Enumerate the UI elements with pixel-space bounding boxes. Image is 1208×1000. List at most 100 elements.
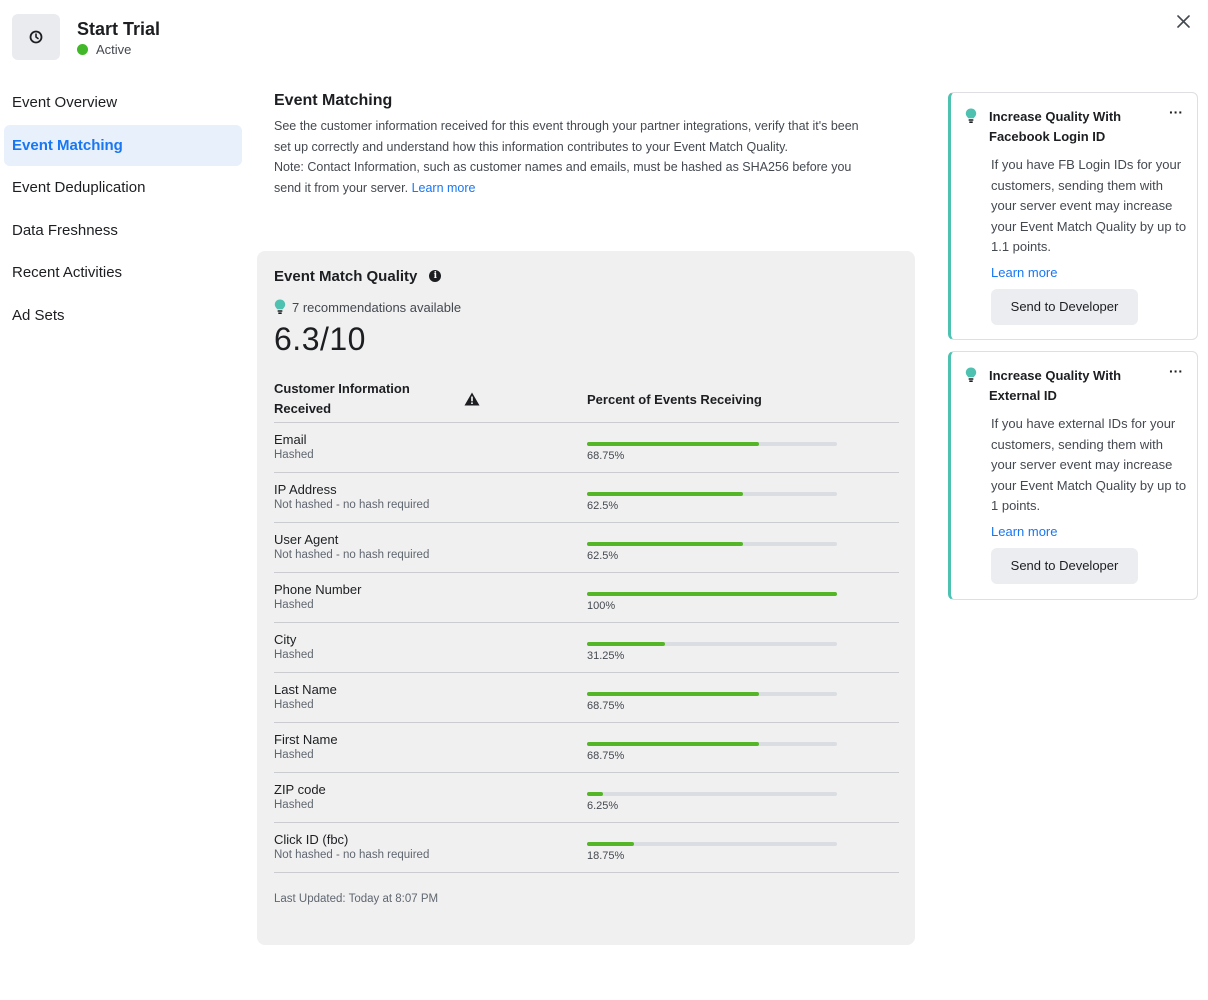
row-field-name: City (274, 632, 297, 647)
customer-info-table: Customer Information Received Percent of… (274, 376, 899, 873)
row-info-cell: First Name Hashed (274, 732, 587, 763)
recommendations-count[interactable]: 7 recommendations available (292, 300, 461, 315)
row-hash-status: Not hashed - no hash required (274, 499, 430, 511)
progress-bar (587, 441, 837, 446)
row-percent-label: 62.5% (587, 499, 619, 512)
table-row: First Name Hashed 68.75% (274, 723, 899, 773)
row-field-name: Click ID (fbc) (274, 832, 349, 847)
table-row: Email Hashed 68.75% (274, 423, 899, 473)
recommendation-card-header: Increase Quality With External ID ··· (965, 364, 1183, 406)
table-row: ZIP code Hashed 6.25% (274, 773, 899, 823)
progress-bar-fill (587, 841, 634, 846)
recommendation-card-external-id: Increase Quality With External ID ··· If… (948, 351, 1198, 600)
row-field-name: User Agent (274, 532, 339, 547)
learn-more-link[interactable]: Learn more (412, 181, 476, 195)
row-percent-label: 31.25% (587, 649, 625, 662)
close-icon (1176, 14, 1190, 28)
more-options-icon[interactable]: ··· (1169, 105, 1183, 119)
row-percent-cell: 68.75% (587, 734, 837, 762)
table-row: Click ID (fbc) Not hashed - no hash requi… (274, 823, 899, 873)
column-header-info: Customer Information Received (274, 381, 410, 416)
row-info-cell: IP Address Not hashed - no hash required (274, 482, 587, 513)
row-hash-status: Hashed (274, 749, 314, 761)
row-field-name: First Name (274, 732, 338, 747)
page-title: Start Trial (77, 18, 161, 39)
description-text: See the customer information received fo… (274, 119, 859, 154)
column-header-percent: Percent of Events Receiving (587, 391, 762, 407)
row-percent-label: 6.25% (587, 799, 619, 812)
row-percent-label: 18.75% (587, 849, 625, 862)
last-updated: Last Updated: Today at 8:07 PM (274, 893, 439, 905)
sidebar-item-ad-sets[interactable]: Ad Sets (4, 295, 242, 336)
row-percent-label: 100% (587, 599, 616, 612)
section-description: See the customer information received fo… (274, 116, 874, 198)
recommendation-card-login-id: Increase Quality With Facebook Login ID … (948, 92, 1198, 340)
recommendation-title: Increase Quality With Facebook Login ID (989, 109, 1122, 144)
row-field-name: Email (274, 432, 307, 447)
table-row: User Agent Not hashed - no hash required 6… (274, 523, 899, 573)
recommendation-body: If you have FB Login IDs for your custom… (991, 157, 1187, 254)
emq-title: Event Match Quality (274, 267, 418, 285)
progress-bar-fill (587, 691, 759, 696)
lightbulb-icon (965, 367, 977, 382)
row-percent-label: 68.75% (587, 449, 625, 462)
sidebar-item-event-overview[interactable]: Event Overview (4, 82, 242, 123)
table-body: Email Hashed 68.75% IP Address Not hashed - … (274, 423, 899, 873)
row-hash-status: Hashed (274, 799, 314, 811)
clock-icon (12, 14, 60, 60)
progress-bar (587, 841, 837, 846)
more-options-icon[interactable]: ··· (1169, 364, 1183, 378)
row-field-name: IP Address (274, 482, 337, 497)
lightbulb-icon (274, 299, 286, 314)
sidebar-item-event-deduplication[interactable]: Event Deduplication (4, 167, 242, 208)
progress-bar (587, 791, 837, 796)
row-percent-label: 68.75% (587, 749, 625, 762)
send-to-developer-button[interactable]: Send to Developer (991, 288, 1138, 325)
progress-bar-fill (587, 491, 744, 496)
table-row: IP Address Not hashed - no hash required 6… (274, 473, 899, 523)
table-row: Phone Number Hashed 100% (274, 573, 899, 623)
row-info-cell: City Hashed (274, 632, 587, 663)
learn-more-link[interactable]: Learn more (991, 524, 1183, 539)
status-label: Active (96, 41, 132, 57)
row-field-name: Phone Number (274, 582, 362, 597)
close-button[interactable] (1172, 10, 1194, 32)
table-header: Customer Information Received Percent of… (274, 376, 899, 423)
progress-bar-fill (587, 791, 603, 796)
row-info-cell: Email Hashed (274, 432, 587, 463)
row-hash-status: Hashed (274, 449, 314, 461)
emq-title-row: Event Match Quality i (274, 265, 899, 287)
row-percent-cell: 68.75% (587, 434, 837, 462)
row-field-name: Last Name (274, 682, 337, 697)
sidebar-item-event-matching[interactable]: Event Matching (4, 124, 242, 166)
recommendations-summary: 7 recommendations available (274, 299, 899, 315)
learn-more-link[interactable]: Learn more (991, 265, 1183, 280)
progress-bar-fill (587, 441, 759, 446)
emq-score: 6.3/10 (274, 321, 366, 357)
send-to-developer-button[interactable]: Send to Developer (991, 547, 1138, 584)
row-percent-label: 68.75% (587, 699, 625, 712)
row-percent-cell: 62.5% (587, 484, 837, 512)
progress-bar (587, 491, 837, 496)
table-row: Last Name Hashed 68.75% (274, 673, 899, 723)
description-note: Note: Contact Information, such as custo… (274, 160, 852, 195)
sidebar-item-data-freshness[interactable]: Data Freshness (4, 210, 242, 251)
progress-bar (587, 691, 837, 696)
warning-icon[interactable] (464, 392, 480, 406)
row-hash-status: Not hashed - no hash required (274, 549, 430, 561)
row-info-cell: User Agent Not hashed - no hash required (274, 532, 587, 563)
progress-bar-fill (587, 541, 744, 546)
status-indicator: Active (77, 42, 160, 57)
row-info-cell: ZIP code Hashed (274, 782, 587, 813)
sidebar-nav: Event Overview Event Matching Event Dedu… (4, 82, 242, 337)
row-percent-cell: 18.75% (587, 834, 837, 862)
table-header-info: Customer Information Received (274, 379, 587, 419)
progress-bar-fill (587, 641, 666, 646)
panel-header: Start Trial Active (12, 12, 160, 62)
event-match-quality-card: Event Match Quality i 7 recommendations … (257, 251, 915, 945)
info-icon[interactable]: i (429, 270, 442, 282)
section-title: Event Matching (274, 92, 393, 109)
recommendation-body: If you have external IDs for your custom… (991, 416, 1187, 513)
sidebar-item-recent-activities[interactable]: Recent Activities (4, 252, 242, 293)
row-hash-status: Hashed (274, 699, 314, 711)
